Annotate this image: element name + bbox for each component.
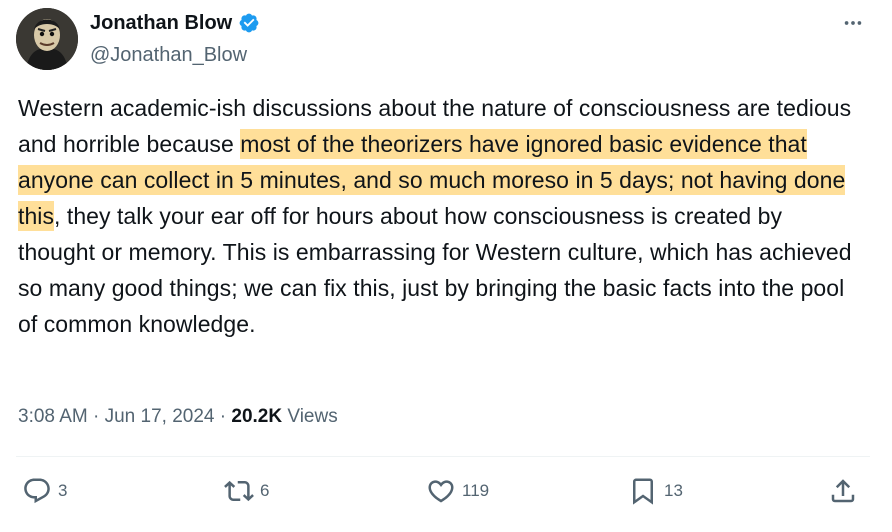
like-icon [428, 480, 454, 503]
author-display-name[interactable]: Jonathan Blow [90, 10, 232, 36]
verified-icon [238, 12, 260, 34]
more-icon[interactable] [842, 12, 864, 34]
repost-button[interactable]: 6 [224, 476, 269, 506]
like-button[interactable]: 119 [426, 476, 489, 506]
tweet-date[interactable]: Jun 17, 2024 [105, 406, 215, 427]
views-label: Views [287, 406, 338, 427]
reply-icon [24, 478, 50, 504]
meta-separator: · [93, 406, 100, 427]
repost-icon [224, 480, 254, 502]
meta-separator-2: · [219, 406, 227, 427]
share-icon [831, 479, 855, 503]
divider [16, 456, 870, 457]
repost-count: 6 [260, 481, 270, 500]
like-count: 119 [462, 481, 490, 500]
reply-button[interactable]: 3 [22, 476, 67, 506]
bookmark-button[interactable]: 13 [628, 476, 683, 506]
author-name-row: Jonathan Blow [90, 10, 260, 36]
tweet-text: Western academic-ish discussions about t… [18, 90, 858, 342]
views-count: 20.2K [231, 406, 283, 427]
tweet-meta: 3:08 AM · Jun 17, 2024 · 20.2K Views [18, 404, 338, 430]
author-handle[interactable]: @Jonathan_Blow [90, 42, 247, 68]
avatar-image [16, 8, 78, 70]
share-button[interactable] [828, 476, 858, 506]
tweet-text-after: , they talk your ear off for hours about… [18, 203, 852, 337]
bookmark-count: 13 [664, 481, 683, 500]
bookmark-icon [633, 478, 653, 505]
avatar[interactable] [16, 8, 78, 70]
reply-count: 3 [58, 481, 68, 500]
tweet-time[interactable]: 3:08 AM [18, 406, 88, 427]
